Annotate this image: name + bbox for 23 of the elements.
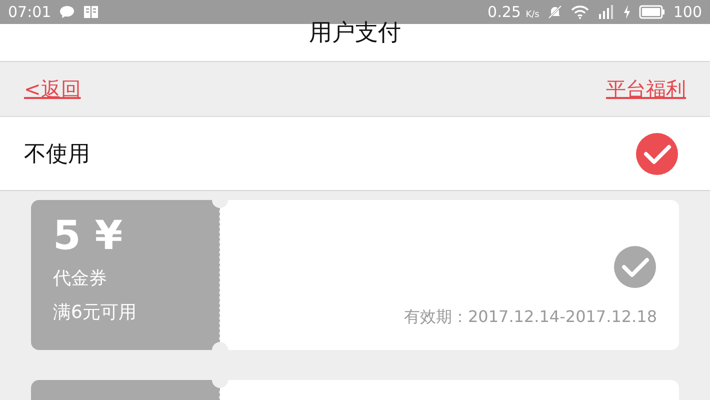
charging-icon [623, 5, 632, 19]
wifi-icon [571, 5, 590, 19]
validity-period: 有效期：2017.12.14-2017.12.18 [404, 307, 657, 328]
coupon-type: 代金券 [53, 267, 108, 291]
battery-level: 100 [673, 3, 702, 21]
battery-icon [639, 5, 666, 19]
coupon-condition: 满6元可用 [53, 301, 138, 325]
clock: 07:01 [8, 3, 52, 21]
back-link[interactable]: <返回 [24, 76, 81, 102]
check-icon[interactable] [635, 132, 679, 176]
book-icon [83, 5, 100, 19]
coupon-amount: 5 ¥ [53, 212, 124, 261]
option-label: 不使用 [24, 140, 90, 168]
signal-icon [597, 5, 616, 19]
coupon-stub[interactable]: 5 ¥ 代金券 满6元可用 [31, 200, 220, 350]
muted-bell-icon [547, 4, 564, 20]
page-title: 用户支付 [309, 19, 401, 48]
chat-bubble-icon [59, 5, 76, 19]
coupon-body[interactable]: 有效期：2017.12.14-2017.12.18 [220, 200, 679, 350]
platform-benefits-link[interactable]: 平台福利 [606, 76, 686, 102]
no-coupon-option[interactable]: 不使用 [0, 117, 710, 191]
check-icon[interactable] [613, 245, 657, 289]
network-speed: 0.25 K/s [488, 3, 540, 21]
